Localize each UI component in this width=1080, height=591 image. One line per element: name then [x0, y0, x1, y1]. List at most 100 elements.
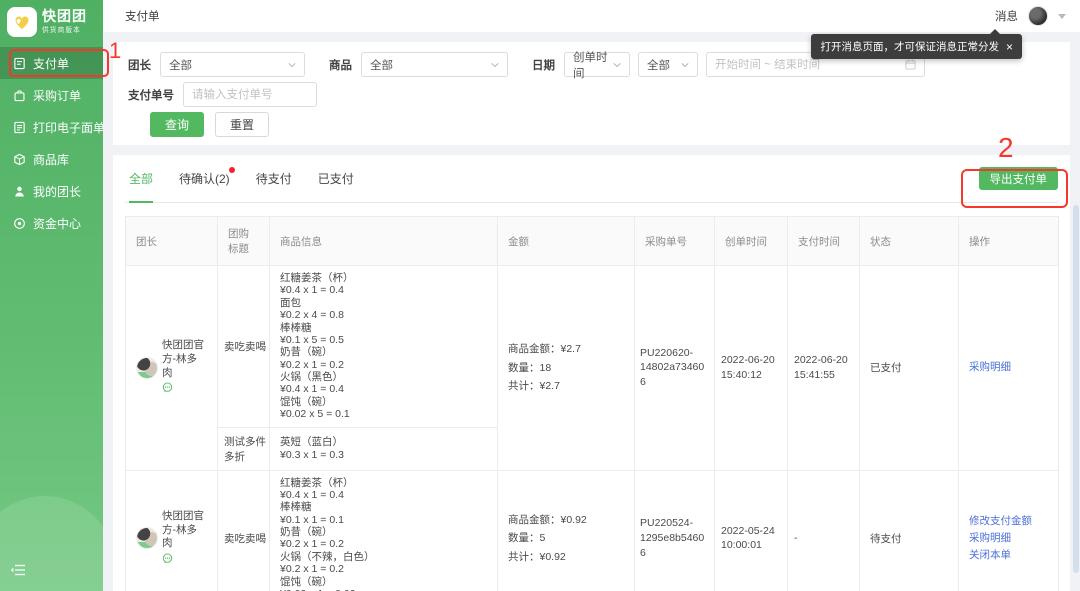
leader-cell: 快团团官方-林多肉 [126, 266, 218, 471]
print-doc-icon [13, 121, 26, 134]
product-info-cell: 红糖姜茶（杯） ¥0.4 x 1 = 0.4 面包 ¥0.2 x 4 = 0.8… [270, 266, 498, 428]
chevron-down-icon[interactable] [1058, 14, 1066, 19]
tab-pending-confirm[interactable]: 待确认(2) [179, 155, 230, 202]
col-product-info: 商品信息 [270, 217, 498, 266]
tab-paid[interactable]: 已支付 [318, 155, 354, 202]
col-status: 状态 [860, 217, 959, 266]
created-at-cell: 2022-05-24 10:00:01 [715, 470, 788, 591]
tab-all[interactable]: 全部 [129, 155, 153, 202]
tooltip-text: 打开消息页面，才可保证消息正常分发 [820, 39, 999, 54]
tab-pending-payment[interactable]: 待支付 [256, 155, 292, 202]
col-group-title: 团购标题 [218, 217, 270, 266]
annotation-number-step2: 2 [998, 132, 1014, 164]
created-at-cell: 2022-06-20 15:40:12 [715, 266, 788, 471]
col-leader: 团长 [126, 217, 218, 266]
funds-icon [13, 217, 26, 230]
chevron-down-icon [491, 61, 499, 69]
product-filter-label: 商品 [329, 57, 352, 73]
sidebar-item-product-library[interactable]: 商品库 [0, 143, 103, 175]
product-filter-select[interactable]: 全部 [361, 52, 508, 77]
col-created-at: 创单时间 [715, 217, 788, 266]
message-tooltip: 打开消息页面，才可保证消息正常分发 × [811, 34, 1022, 59]
chat-bubble-icon[interactable] [162, 553, 173, 564]
modify-payment-amount-link[interactable]: 修改支付金额 [969, 513, 1032, 530]
sidebar: 快团团 供货商版本 支付单 采购订单 打印电子面单 [0, 0, 103, 591]
purchase-no-cell: PU220524-1295e8b54606 [635, 470, 715, 591]
sidebar-item-payment-orders[interactable]: 支付单 [0, 47, 103, 79]
leader-filter-select[interactable]: 全部 [160, 52, 305, 77]
group-title-cell: 卖吃卖喝 [218, 266, 270, 428]
sidebar-item-funds-center[interactable]: 资金中心 [0, 207, 103, 239]
topbar: 支付单 消息 [103, 0, 1080, 32]
sidebar-item-label: 打印电子面单 [33, 119, 103, 136]
sidebar-item-label: 资金中心 [33, 215, 81, 232]
table-header-row: 团长 团购标题 商品信息 金额 采购单号 创单时间 支付时间 状态 操作 [126, 217, 1059, 266]
sidebar-item-label: 采购订单 [33, 87, 81, 104]
user-avatar[interactable] [1028, 6, 1048, 26]
leader-cell: 快团团官方-林多肉 [126, 470, 218, 591]
messages-link[interactable]: 消息 [995, 8, 1018, 24]
actions-cell: 修改支付金额 采购明细 关闭本单 [959, 470, 1059, 591]
export-payments-button[interactable]: 导出支付单 [979, 167, 1059, 190]
chevron-down-icon [613, 61, 621, 69]
product-filter-value: 全部 [370, 57, 393, 73]
reset-button[interactable]: 重置 [215, 112, 269, 137]
status-tabs: 全部 待确认(2) 待支付 已支付 导出支付单 [125, 155, 1058, 203]
date-scope-select[interactable]: 全部 [638, 52, 698, 77]
actions-cell: 采购明细 [959, 266, 1059, 471]
close-order-link[interactable]: 关闭本单 [969, 547, 1011, 564]
date-type-value: 创单时间 [573, 49, 613, 81]
payment-list-panel: 全部 待确认(2) 待支付 已支付 导出支付单 团长 团购标题 [113, 155, 1070, 591]
leader-avatar [136, 527, 158, 549]
unread-badge-dot [229, 167, 235, 173]
page-title: 支付单 [125, 8, 160, 24]
date-scope-value: 全部 [647, 57, 670, 73]
logo-title: 快团团 [42, 9, 87, 24]
logo-subtitle: 供货商版本 [42, 25, 85, 35]
table-row: 快团团官方-林多肉 卖吃卖喝 红糖姜茶（杯） ¥0.4 x 1 = 0.4 面包… [126, 266, 1059, 428]
pay-no-input[interactable] [183, 82, 317, 107]
paid-at-cell: 2022-06-20 15:41:55 [788, 266, 860, 471]
status-cell: 待支付 [860, 470, 959, 591]
date-type-select[interactable]: 创单时间 [564, 52, 630, 77]
chat-bubble-icon[interactable] [162, 382, 173, 393]
vertical-scrollbar[interactable] [1073, 205, 1079, 573]
sidebar-item-label: 支付单 [33, 55, 69, 72]
sidebar-item-my-leaders[interactable]: 我的团长 [0, 175, 103, 207]
search-button[interactable]: 查询 [150, 112, 204, 137]
product-info-cell: 红糖姜茶（杯） ¥0.4 x 1 = 0.4 棒棒糖 ¥0.1 x 1 = 0.… [270, 470, 498, 591]
calendar-icon [905, 59, 916, 70]
payments-table: 团长 团购标题 商品信息 金额 采购单号 创单时间 支付时间 状态 操作 [125, 216, 1059, 591]
collapse-sidebar-icon[interactable] [10, 563, 26, 577]
sidebar-item-print-labels[interactable]: 打印电子面单 [0, 111, 103, 143]
status-cell: 已支付 [860, 266, 959, 471]
main-area: 支付单 消息 团长 全部 商品 全部 日期 [103, 0, 1080, 591]
group-title-cell: 卖吃卖喝 [218, 470, 270, 591]
paid-at-cell: - [788, 470, 860, 591]
purchase-detail-link[interactable]: 采购明细 [969, 530, 1011, 547]
pay-no-filter-label: 支付单号 [128, 87, 174, 103]
group-title-cell: 测试多件多折 [218, 427, 270, 470]
chevron-down-icon [288, 61, 296, 69]
purchase-no-cell: PU220620-14802a734606 [635, 266, 715, 471]
sidebar-nav: 支付单 采购订单 打印电子面单 商品库 [0, 47, 103, 239]
purchase-detail-link[interactable]: 采购明细 [969, 359, 1011, 376]
app-logo: 快团团 供货商版本 [0, 0, 103, 43]
col-amount: 金额 [498, 217, 635, 266]
table-row: 快团团官方-林多肉 卖吃卖喝 红糖姜茶（杯） ¥0.4 x 1 = 0.4 棒棒… [126, 470, 1059, 591]
leader-filter-value: 全部 [169, 57, 192, 73]
amount-cell: 商品金额：¥2.7 数量：18 共计：¥2.7 [498, 266, 635, 471]
product-info-cell: 英短（蓝白） ¥0.3 x 1 = 0.3 [270, 427, 498, 470]
sidebar-item-purchase-orders[interactable]: 采购订单 [0, 79, 103, 111]
product-box-icon [13, 153, 26, 166]
annotation-number-step1: 1 [109, 38, 121, 64]
col-purchase-no: 采购单号 [635, 217, 715, 266]
person-icon [13, 185, 26, 198]
close-icon[interactable]: × [1006, 41, 1013, 53]
heart-logo-icon [7, 7, 37, 37]
app-window: 快团团 供货商版本 支付单 采购订单 打印电子面单 [0, 0, 1080, 591]
leader-filter-label: 团长 [128, 57, 151, 73]
date-range-input[interactable] [715, 59, 899, 71]
leader-avatar [136, 357, 158, 379]
sidebar-item-label: 我的团长 [33, 183, 81, 200]
